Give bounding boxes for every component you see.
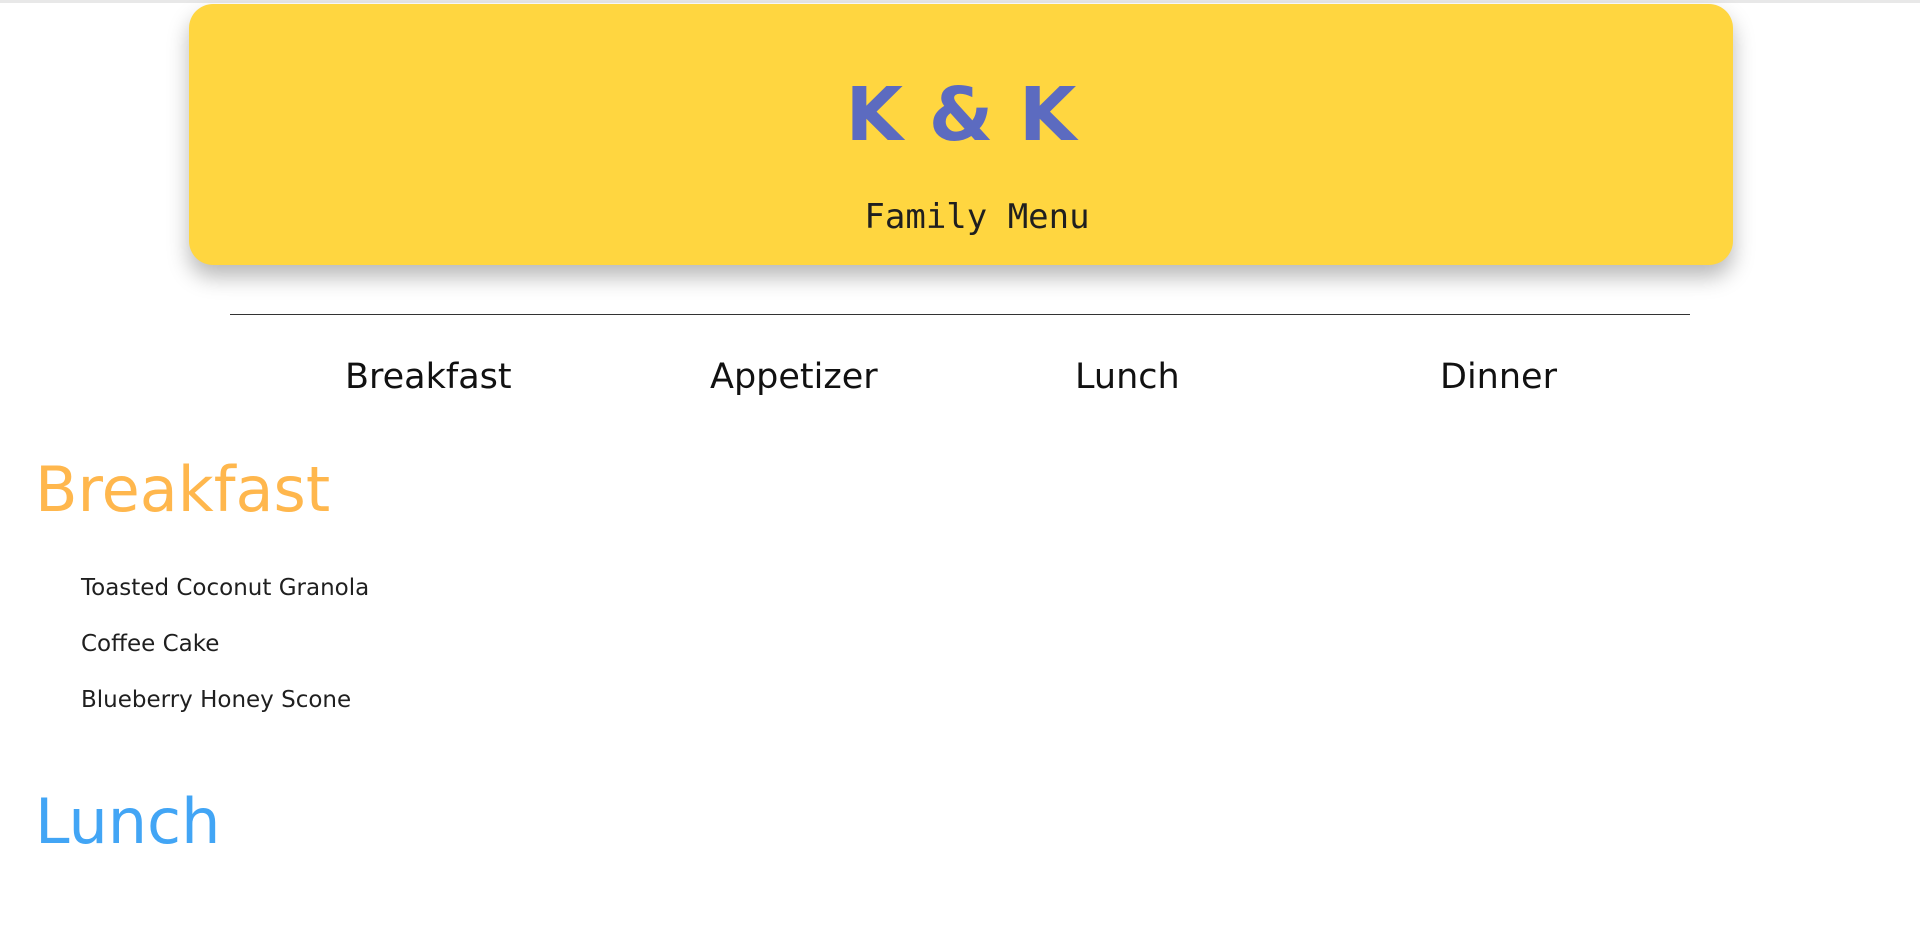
nav-divider (230, 314, 1690, 315)
site-subtitle: Family Menu (864, 197, 1090, 237)
site-title: K & K (845, 72, 1077, 158)
browser-top-edge (0, 0, 1920, 3)
nav-item-dinner[interactable]: Dinner (1440, 354, 1557, 400)
header-banner: K & K Family Menu (189, 4, 1733, 265)
list-item: Toasted Coconut Granola (81, 575, 370, 601)
breakfast-heading: Breakfast (35, 453, 331, 526)
breakfast-item-list: Toasted Coconut Granola Coffee Cake Blue… (81, 568, 369, 736)
nav-item-lunch[interactable]: Lunch (1075, 354, 1180, 400)
nav-item-breakfast[interactable]: Breakfast (345, 354, 512, 400)
nav-item-appetizer[interactable]: Appetizer (710, 354, 878, 400)
list-item: Blueberry Honey Scone (81, 687, 352, 713)
list-item: Coffee Cake (81, 631, 220, 657)
lunch-heading: Lunch (35, 785, 221, 858)
